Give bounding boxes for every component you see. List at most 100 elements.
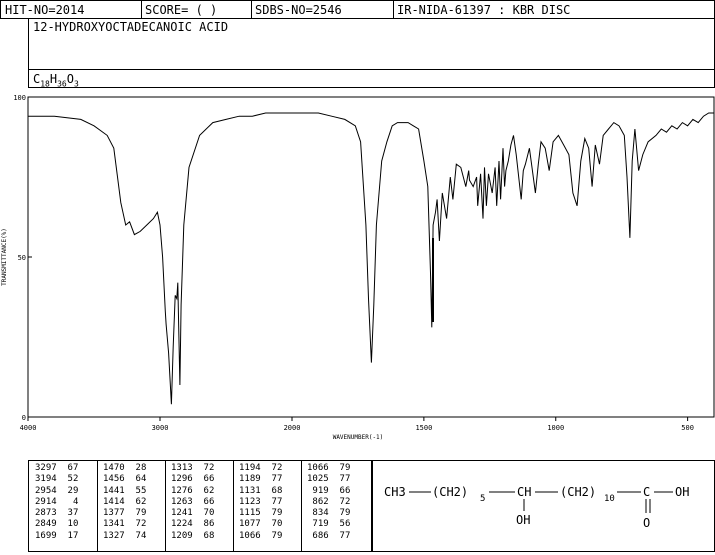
y-tick-label: 100 [13, 94, 26, 102]
peak-transmittance: 66 [328, 485, 351, 496]
hit-no: HIT-NO=2014 [5, 3, 85, 17]
struct-sub-5: 5 [480, 494, 485, 504]
struct-ch3: CH3 [384, 485, 406, 499]
peak-wavenumber: 1296 [171, 474, 193, 485]
peak-column-divider [301, 461, 302, 551]
peak-transmittance: 79 [328, 463, 351, 473]
peak-transmittance: 62 [192, 485, 215, 496]
peak-wavenumber: 3194 [35, 474, 57, 485]
peak-transmittance: 10 [56, 519, 79, 530]
peak-table: 3297 67 3194 52 2954 29 2914 4 2873 37 2849 1… [28, 460, 372, 552]
peak-transmittance: 77 [260, 474, 283, 485]
peak-wavenumber: 1131 [239, 485, 261, 496]
peak-transmittance: 70 [192, 508, 215, 519]
peak-wavenumber: 1441 [103, 485, 125, 496]
peak-wavenumber: 719 [307, 519, 329, 530]
peak-row: 1189 77 [239, 474, 282, 485]
peak-transmittance: 62 [124, 496, 147, 507]
peak-transmittance: 72 [328, 496, 351, 507]
peak-wavenumber: 1313 [171, 463, 193, 473]
peak-wavenumber: 1456 [103, 474, 125, 485]
compound-name-box: 12-HYDROXYOCTADECANOIC ACID [28, 18, 715, 70]
peak-row: 1327 74 [103, 531, 146, 542]
peak-row: 1209 68 [171, 531, 214, 542]
peak-transmittance: 79 [260, 508, 283, 519]
peak-row: 834 79 [307, 508, 350, 519]
peak-row: 2873 37 [35, 508, 78, 519]
peak-row: 719 56 [307, 519, 350, 530]
peak-row: 1025 77 [307, 474, 350, 485]
peak-row: 1263 66 [171, 497, 214, 508]
peak-row: 1066 79 [307, 463, 350, 474]
peak-row: 3297 67 [35, 463, 78, 474]
header-bar: HIT-NO=2014 SCORE= ( ) SDBS-NO=2546 IR-N… [0, 0, 715, 19]
peak-row: 3194 52 [35, 474, 78, 485]
peak-wavenumber: 1377 [103, 508, 125, 519]
peak-row: 1131 68 [239, 486, 282, 497]
peak-transmittance: 72 [192, 463, 215, 473]
formula-o: O [66, 72, 74, 86]
peak-transmittance: 37 [56, 508, 79, 519]
peak-wavenumber: 1025 [307, 474, 329, 485]
y-axis-ticks: 0 50 100 [13, 94, 32, 422]
peak-transmittance: 77 [260, 496, 283, 507]
peak-transmittance: 66 [192, 496, 215, 507]
peak-wavenumber: 1189 [239, 474, 261, 485]
peak-transmittance: 74 [124, 530, 147, 541]
x-tick-label: 4000 [20, 424, 37, 432]
struct-sub-10: 10 [604, 494, 615, 504]
x-axis-ticks: 4000 3000 2000 1500 1000 500 [20, 417, 694, 432]
peak-wavenumber: 2849 [35, 519, 57, 530]
peak-transmittance: 55 [124, 485, 147, 496]
peak-column: 1313 72 1296 66 1276 62 1263 66 1241 70 1224 … [171, 463, 214, 542]
peak-transmittance: 67 [56, 463, 79, 473]
struct-c: C [643, 485, 650, 499]
peak-transmittance: 52 [56, 474, 79, 485]
peak-row: 1441 55 [103, 486, 146, 497]
peak-transmittance: 79 [260, 530, 283, 541]
y-tick-label: 50 [18, 254, 26, 262]
peak-row: 1241 70 [171, 508, 214, 519]
peak-wavenumber: 1341 [103, 519, 125, 530]
structure-box: CH3 (CH2) 5 CH OH (CH2) 10 C O OH [372, 460, 715, 552]
peak-transmittance: 72 [260, 463, 283, 473]
sdbs-no: SDBS-NO=2546 [255, 3, 342, 17]
y-axis-label: TRANSMITTANCE(%) [1, 228, 8, 286]
peak-row: 1341 72 [103, 519, 146, 530]
peak-wavenumber: 1276 [171, 485, 193, 496]
peak-transmittance: 79 [124, 508, 147, 519]
peak-transmittance: 77 [328, 530, 351, 541]
x-tick-label: 1500 [415, 424, 432, 432]
peak-column: 3297 67 3194 52 2954 29 2914 4 2873 37 2849 1… [35, 463, 78, 542]
peak-row: 686 77 [307, 531, 350, 542]
peak-wavenumber: 1241 [171, 508, 193, 519]
compound-name: 12-HYDROXYOCTADECANOIC ACID [33, 20, 229, 34]
peak-row: 1699 17 [35, 531, 78, 542]
peak-row: 1224 86 [171, 519, 214, 530]
peak-row: 2849 10 [35, 519, 78, 530]
peak-wavenumber: 686 [307, 530, 329, 541]
peak-column: 1066 79 1025 77 919 66 862 72 834 79 719 … [307, 463, 350, 542]
peak-row: 862 72 [307, 497, 350, 508]
peak-transmittance: 4 [56, 496, 79, 507]
peak-row: 2914 4 [35, 497, 78, 508]
peak-transmittance: 79 [328, 508, 351, 519]
score: SCORE= ( ) [145, 3, 218, 17]
struct-ch2-b: (CH2) [560, 485, 596, 499]
peak-column-divider [233, 461, 234, 551]
peak-wavenumber: 1414 [103, 496, 125, 507]
peak-row: 1313 72 [171, 463, 214, 474]
peak-row: 1066 79 [239, 531, 282, 542]
peak-row: 1414 62 [103, 497, 146, 508]
peak-wavenumber: 1077 [239, 519, 261, 530]
peak-wavenumber: 1699 [35, 530, 57, 541]
transmittance-line [28, 112, 714, 405]
ir-spectrum-chart: 0 50 100 4000 3000 2000 1500 1000 500 WAVENUMBE… [1, 94, 715, 441]
peak-transmittance: 72 [124, 519, 147, 530]
peak-transmittance: 77 [328, 474, 351, 485]
peak-wavenumber: 1066 [239, 530, 261, 541]
peak-row: 1123 77 [239, 497, 282, 508]
peak-wavenumber: 2954 [35, 485, 57, 496]
peak-wavenumber: 862 [307, 496, 329, 507]
peak-wavenumber: 1066 [307, 463, 329, 473]
